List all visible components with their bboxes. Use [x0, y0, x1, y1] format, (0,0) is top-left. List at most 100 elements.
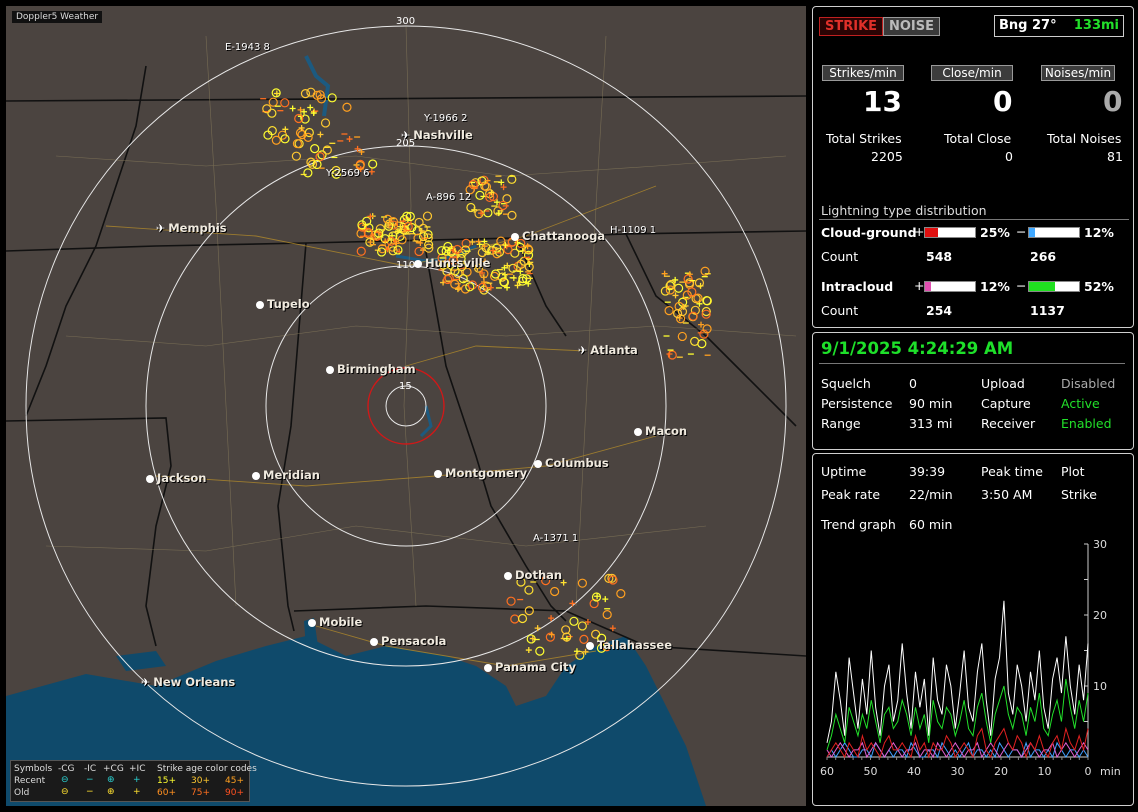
- x-tick-label: 10: [1038, 765, 1052, 778]
- city-dot-icon: [252, 472, 260, 480]
- strike-marker: [303, 168, 313, 178]
- strike-mode-button[interactable]: STRIKE: [819, 17, 884, 36]
- strike-marker: [346, 136, 353, 143]
- city-dot-icon: [256, 301, 264, 309]
- strike-stats-panel: STRIKE NOISE Bng 27° 133mi Strikes/min C…: [812, 6, 1134, 328]
- storm-label[interactable]: Y-1966 2: [424, 113, 468, 124]
- ic-negative-count: 1137: [1030, 303, 1065, 318]
- trend-graph-value[interactable]: 60 min: [909, 517, 952, 532]
- city-name: Birmingham: [337, 362, 416, 376]
- plus-sign: +: [914, 224, 925, 239]
- strike-marker: [673, 283, 684, 293]
- noises-per-min-label: Noises/min: [1041, 65, 1115, 81]
- strike-marker: [507, 210, 517, 220]
- ic-negative-bar: [1028, 281, 1080, 292]
- radar-map[interactable]: Doppler5 Weather 300 205 110 15 ✈ Nashvil…: [6, 6, 806, 806]
- ring-label-15: 15: [399, 381, 412, 392]
- bearing-value: Bng 27°: [999, 18, 1057, 33]
- city-name: Dothan: [515, 568, 563, 582]
- city-label: Panama City: [484, 660, 576, 674]
- city-name: Memphis: [168, 221, 227, 235]
- legend-age: 15+: [157, 776, 176, 786]
- ic-positive-bar: [924, 281, 976, 292]
- city-name: Nashville: [413, 128, 473, 142]
- strikes-per-min-label: Strikes/min: [822, 65, 904, 81]
- city-dot-icon: [414, 260, 422, 268]
- noise-mode-button[interactable]: NOISE: [883, 17, 941, 36]
- strikes-per-min-value: 13: [863, 85, 902, 118]
- recent-neg-cg-icon: ⊖: [61, 775, 69, 785]
- strike-marker: [664, 306, 674, 316]
- strike-marker: [666, 351, 673, 358]
- receiver-label: Receiver: [981, 416, 1036, 431]
- receiver-value[interactable]: Enabled: [1061, 416, 1112, 431]
- plot-label: Plot: [1061, 464, 1085, 479]
- capture-value[interactable]: Active: [1061, 396, 1100, 411]
- legend-age: 90+: [225, 788, 244, 798]
- plot-value[interactable]: Strike: [1061, 487, 1097, 502]
- ic-positive-pct: 12%: [980, 279, 1010, 294]
- peak-time-label: Peak time: [981, 464, 1043, 479]
- city-dot-icon: [326, 366, 334, 374]
- datetime-readout: 9/1/2025 4:24:29 AM: [821, 339, 1014, 358]
- ring-label-110: 110: [396, 260, 416, 271]
- city-label: Pensacola: [370, 634, 446, 648]
- strike-marker: [686, 271, 693, 278]
- storm-label[interactable]: A-896 12: [426, 192, 471, 203]
- persistence-label: Persistence: [821, 396, 893, 411]
- airport-icon: ✈: [578, 344, 588, 357]
- trend-graph-label: Trend graph: [821, 517, 896, 532]
- city-name: Meridian: [263, 468, 320, 482]
- legend-col: -CG: [58, 764, 75, 774]
- city-label: Montgomery: [434, 466, 527, 480]
- city-label: Huntsville: [414, 256, 490, 270]
- strike-marker: [422, 211, 433, 221]
- distance-value: 133mi: [1073, 18, 1119, 33]
- storm-label[interactable]: H-1109 1: [610, 225, 656, 236]
- strike-marker: [327, 93, 337, 103]
- city-label: Macon: [634, 424, 687, 438]
- storm-label[interactable]: E-1943 8: [225, 42, 270, 53]
- airport-icon: ✈: [156, 222, 166, 235]
- total-strikes-value: 2205: [871, 149, 903, 164]
- close-per-min-label: Close/min: [931, 65, 1013, 81]
- strike-marker: [672, 276, 679, 283]
- city-name: New Orleans: [153, 675, 236, 689]
- legend-age: 60+: [157, 788, 176, 798]
- legend-age: 30+: [191, 776, 210, 786]
- cg-negative-count: 266: [1030, 249, 1057, 264]
- squelch-value[interactable]: 0: [909, 376, 917, 391]
- noises-per-min-value: 0: [1103, 85, 1123, 118]
- range-value[interactable]: 313 mi: [909, 416, 952, 431]
- app-title: Doppler5 Weather: [12, 11, 103, 23]
- strike-marker: [483, 208, 493, 218]
- total-close-label: Total Close: [944, 131, 1012, 146]
- city-label: Mobile: [308, 615, 362, 629]
- trend-panel: Uptime 39:39 Peak time Plot Peak rate 22…: [812, 453, 1134, 806]
- strike-marker: [524, 585, 534, 595]
- strike-marker: [525, 647, 532, 654]
- city-name: Macon: [645, 424, 688, 438]
- strike-marker: [535, 646, 545, 656]
- close-range-ring: [367, 367, 445, 445]
- map-canvas: [6, 25, 806, 806]
- legend-col: -IC: [84, 764, 97, 774]
- storm-label[interactable]: A-1371 1: [533, 533, 578, 544]
- cg-negative-pct: 12%: [1084, 225, 1114, 240]
- recent-pos-cg-icon: ⊕: [107, 775, 115, 785]
- strike-marker: [569, 600, 576, 607]
- legend-old-label: Old: [14, 788, 30, 798]
- storm-label[interactable]: Y-2569 6: [326, 168, 370, 179]
- strike-marker: [517, 268, 524, 275]
- persistence-value[interactable]: 90 min: [909, 396, 952, 411]
- strike-marker: [602, 596, 609, 603]
- city-label: Jackson: [146, 471, 206, 485]
- city-name: Montgomery: [445, 466, 528, 480]
- city-dot-icon: [146, 475, 154, 483]
- x-tick-label: 40: [907, 765, 921, 778]
- status-panel: 9/1/2025 4:24:29 AM Squelch 0 Upload Dis…: [812, 332, 1134, 450]
- city-name: Chattanooga: [522, 229, 606, 243]
- city-name: Jackson: [157, 471, 207, 485]
- upload-value[interactable]: Disabled: [1061, 376, 1115, 391]
- strike-marker: [315, 152, 325, 162]
